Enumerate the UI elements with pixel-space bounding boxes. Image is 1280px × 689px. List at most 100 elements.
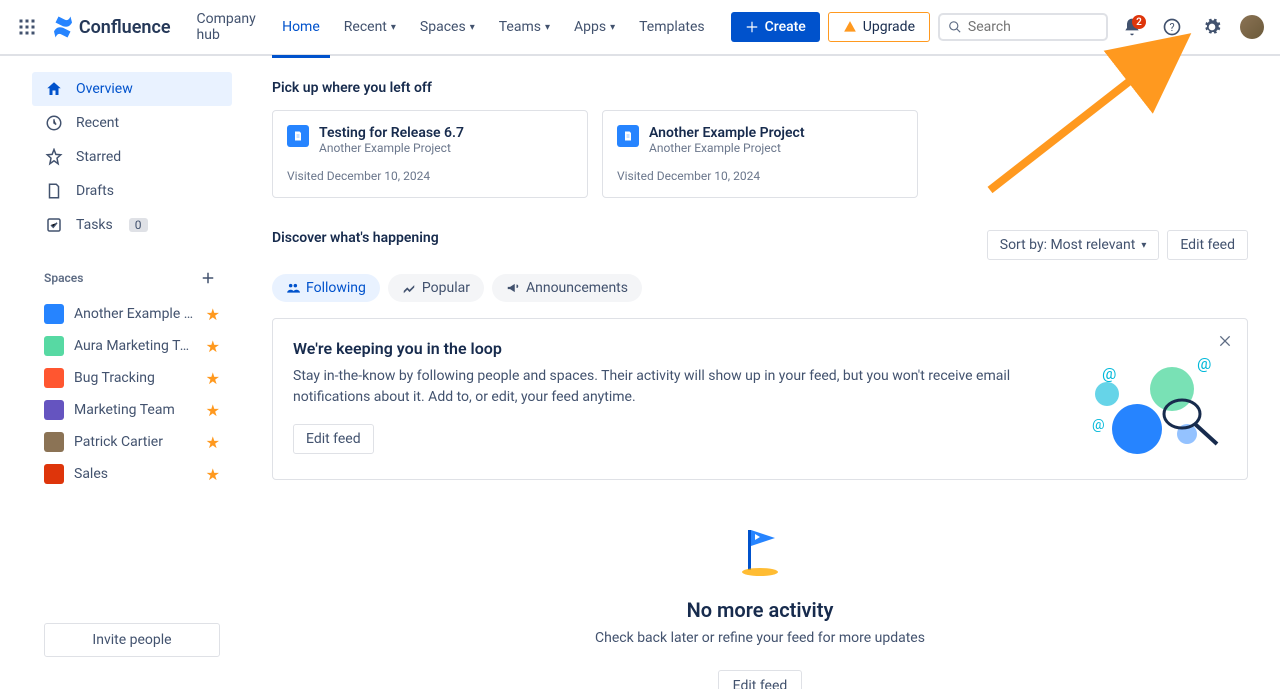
chevron-down-icon: ▾ bbox=[610, 22, 615, 33]
space-name: Sales bbox=[74, 466, 196, 482]
sidebar-recent[interactable]: Recent bbox=[32, 106, 232, 140]
nav-recent[interactable]: Recent▾ bbox=[334, 13, 406, 41]
confluence-icon bbox=[51, 15, 75, 39]
svg-text:@: @ bbox=[1102, 364, 1116, 383]
space-item[interactable]: Aura Marketing Team ★ bbox=[44, 330, 220, 362]
megaphone-icon bbox=[506, 281, 520, 295]
people-icon bbox=[286, 281, 300, 295]
svg-text:@: @ bbox=[1197, 354, 1211, 373]
add-space-button[interactable] bbox=[196, 266, 220, 290]
spaces-section: Spaces Another Example Proj... ★ Aura Ma… bbox=[32, 266, 232, 490]
tab-announcements[interactable]: Announcements bbox=[492, 274, 642, 302]
home-icon bbox=[44, 79, 64, 99]
star-icon[interactable]: ★ bbox=[206, 465, 220, 484]
card-subtitle: Another Example Project bbox=[319, 141, 464, 155]
card-meta: Visited December 10, 2024 bbox=[617, 169, 903, 183]
close-icon bbox=[1217, 333, 1233, 349]
search-input[interactable] bbox=[968, 19, 1098, 35]
spaces-label: Spaces bbox=[44, 271, 83, 285]
help-button[interactable]: ? bbox=[1156, 11, 1188, 43]
star-icon[interactable]: ★ bbox=[206, 305, 220, 324]
card-title: Testing for Release 6.7 bbox=[319, 125, 464, 141]
space-name: Marketing Team bbox=[74, 402, 196, 418]
space-item[interactable]: Bug Tracking ★ bbox=[44, 362, 220, 394]
star-icon[interactable]: ★ bbox=[206, 337, 220, 356]
empty-edit-feed-button[interactable]: Edit feed bbox=[718, 670, 803, 689]
info-desc: Stay in-the-know by following people and… bbox=[293, 366, 1057, 408]
info-title: We're keeping you in the loop bbox=[293, 339, 1057, 358]
card-meta: Visited December 10, 2024 bbox=[287, 169, 573, 183]
plus-icon bbox=[199, 269, 217, 287]
space-item[interactable]: Sales ★ bbox=[44, 458, 220, 490]
loop-illustration: @ @ @ bbox=[1077, 339, 1227, 459]
space-icon bbox=[44, 464, 64, 484]
chevron-down-icon: ▾ bbox=[1141, 240, 1146, 251]
space-icon bbox=[44, 304, 64, 324]
space-icon bbox=[44, 400, 64, 420]
empty-state: No more activity Check back later or ref… bbox=[272, 520, 1248, 689]
star-icon[interactable]: ★ bbox=[206, 401, 220, 420]
help-icon: ? bbox=[1162, 17, 1182, 37]
task-icon bbox=[44, 215, 64, 235]
recent-card[interactable]: Another Example Project Another Example … bbox=[602, 110, 918, 198]
space-name: Another Example Proj... bbox=[74, 306, 196, 322]
info-edit-feed-button[interactable]: Edit feed bbox=[293, 424, 374, 454]
recent-card[interactable]: Testing for Release 6.7 Another Example … bbox=[272, 110, 588, 198]
sort-button[interactable]: Sort by: Most relevant ▾ bbox=[987, 230, 1160, 260]
upgrade-button[interactable]: Upgrade bbox=[828, 12, 930, 42]
chevron-down-icon: ▾ bbox=[545, 22, 550, 33]
space-name: Aura Marketing Team bbox=[74, 338, 196, 354]
sidebar-starred[interactable]: Starred bbox=[32, 140, 232, 174]
sidebar-tasks[interactable]: Tasks 0 bbox=[32, 208, 232, 242]
page-icon bbox=[617, 125, 639, 147]
info-box: We're keeping you in the loop Stay in-th… bbox=[272, 318, 1248, 480]
discover-title: Discover what's happening bbox=[272, 230, 439, 246]
nav-apps[interactable]: Apps▾ bbox=[564, 13, 625, 41]
nav-spaces[interactable]: Spaces▾ bbox=[410, 13, 485, 41]
space-item[interactable]: Patrick Cartier ★ bbox=[44, 426, 220, 458]
nav-home[interactable]: Home bbox=[272, 13, 330, 41]
app-switcher[interactable] bbox=[12, 11, 43, 43]
sidebar: Overview Recent Starred Drafts Tasks 0 S… bbox=[0, 56, 240, 689]
invite-people-button[interactable]: Invite people bbox=[44, 623, 220, 657]
close-info-button[interactable] bbox=[1217, 333, 1233, 353]
task-count-badge: 0 bbox=[129, 218, 148, 232]
main-content: Pick up where you left off Testing for R… bbox=[240, 56, 1280, 689]
star-icon[interactable]: ★ bbox=[206, 369, 220, 388]
search-icon bbox=[948, 19, 962, 35]
chart-icon bbox=[402, 281, 416, 295]
star-icon[interactable]: ★ bbox=[206, 433, 220, 452]
search-box[interactable] bbox=[938, 13, 1108, 41]
chevron-down-icon: ▾ bbox=[391, 22, 396, 33]
nav-company-hub[interactable]: Company hub bbox=[187, 5, 269, 49]
grid-icon bbox=[18, 18, 36, 36]
settings-button[interactable] bbox=[1196, 11, 1228, 43]
space-icon bbox=[44, 432, 64, 452]
edit-feed-button[interactable]: Edit feed bbox=[1167, 230, 1248, 260]
space-item[interactable]: Marketing Team ★ bbox=[44, 394, 220, 426]
svg-text:@: @ bbox=[1092, 417, 1105, 433]
tab-popular[interactable]: Popular bbox=[388, 274, 484, 302]
empty-desc: Check back later or refine your feed for… bbox=[272, 630, 1248, 646]
tab-following[interactable]: Following bbox=[272, 274, 380, 302]
space-item[interactable]: Another Example Proj... ★ bbox=[44, 298, 220, 330]
empty-title: No more activity bbox=[272, 598, 1248, 622]
profile-button[interactable] bbox=[1236, 11, 1268, 43]
sidebar-overview[interactable]: Overview bbox=[32, 72, 232, 106]
notifications-button[interactable]: 2 bbox=[1116, 11, 1148, 43]
svg-text:?: ? bbox=[1169, 21, 1174, 34]
main-nav: Company hub Home Recent▾ Spaces▾ Teams▾ … bbox=[187, 5, 820, 49]
logo[interactable]: Confluence bbox=[51, 15, 171, 39]
flag-illustration bbox=[730, 520, 790, 580]
star-icon bbox=[44, 147, 64, 167]
nav-templates[interactable]: Templates bbox=[629, 13, 715, 41]
gear-icon bbox=[1202, 17, 1222, 37]
draft-icon bbox=[44, 181, 64, 201]
create-button[interactable]: Create bbox=[731, 12, 820, 42]
notification-badge: 2 bbox=[1132, 15, 1146, 29]
nav-teams[interactable]: Teams▾ bbox=[489, 13, 560, 41]
logo-text: Confluence bbox=[79, 17, 171, 38]
card-title: Another Example Project bbox=[649, 125, 805, 141]
space-name: Bug Tracking bbox=[74, 370, 196, 386]
sidebar-drafts[interactable]: Drafts bbox=[32, 174, 232, 208]
